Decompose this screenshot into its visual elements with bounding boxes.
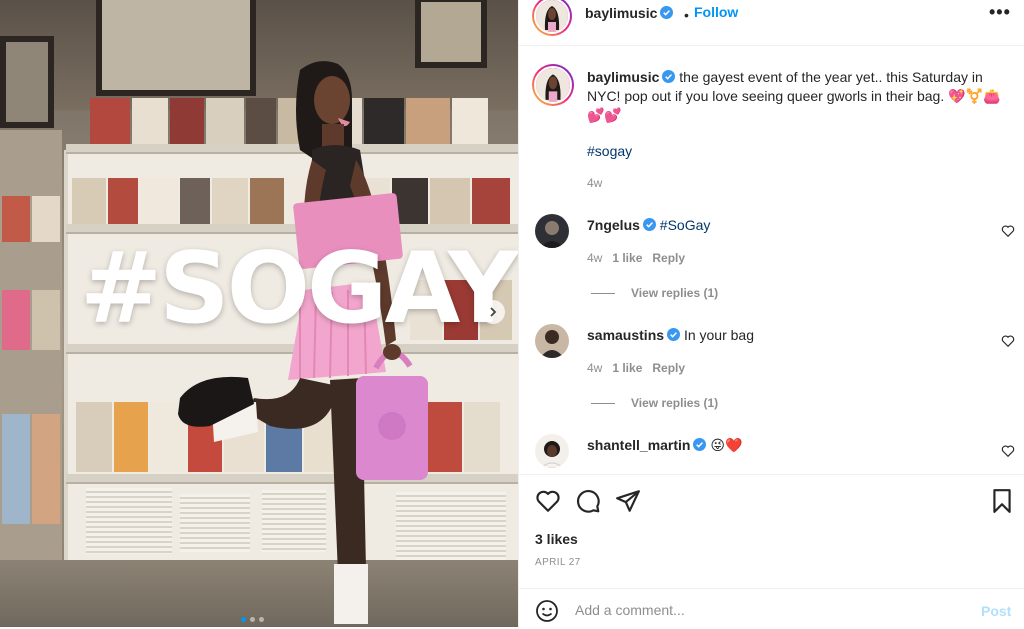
comment-meta: 4w 1 like Reply (587, 251, 685, 265)
reply-button[interactable]: Reply (652, 251, 685, 265)
reply-button[interactable]: Reply (652, 361, 685, 375)
comments-section: baylimusic the gayest event of the year … (519, 46, 1024, 474)
author-username[interactable]: baylimusic (585, 5, 674, 22)
add-comment-bar: Post (519, 588, 1024, 629)
emoji-icon[interactable] (535, 599, 559, 623)
caption-text: baylimusic the gayest event of the year … (587, 68, 1007, 125)
replies-line (591, 292, 615, 294)
post-date[interactable]: APRIL 27 (535, 557, 581, 568)
separator-dot: • (684, 7, 689, 23)
replies-line (591, 402, 615, 404)
comment-text: shantell_martin 😜❤️ (587, 436, 1007, 455)
next-image-button[interactable] (481, 300, 505, 324)
comment-like-heart-icon[interactable] (1001, 444, 1015, 458)
post-header: baylimusic • Follow ••• (519, 0, 1024, 36)
commenter-avatar[interactable] (535, 214, 569, 248)
carousel-dot (250, 617, 255, 622)
caption-author-avatar[interactable] (532, 64, 574, 106)
heart-icon[interactable] (535, 488, 561, 514)
carousel-dot (241, 617, 246, 622)
comment-age[interactable]: 4w (587, 361, 602, 375)
more-options-button[interactable]: ••• (989, 2, 1011, 23)
comment-meta: 4w 1 like Reply (587, 361, 685, 375)
caption-hashtag[interactable]: #sogay (587, 142, 1007, 161)
comment-likes[interactable]: 1 like (612, 361, 642, 375)
comment-body: In your bag (683, 327, 754, 343)
paper-plane-icon[interactable] (615, 488, 641, 514)
caption-meta: 4w (587, 176, 602, 190)
view-replies-button[interactable]: View replies (1) (591, 396, 718, 410)
comment-like-heart-icon[interactable] (1001, 224, 1015, 238)
post-image[interactable]: #SOGAY (0, 0, 518, 627)
post-comment-button[interactable]: Post (981, 603, 1011, 619)
verified-badge-icon (660, 6, 674, 19)
bookmark-icon[interactable] (989, 488, 1015, 514)
comment-input[interactable] (575, 600, 965, 620)
view-replies-button[interactable]: View replies (1) (591, 286, 718, 300)
carousel-dot (259, 617, 264, 622)
comment-body: 😜❤️ (710, 437, 743, 453)
follow-button[interactable]: Follow (694, 4, 738, 20)
verified-badge-icon (693, 438, 707, 451)
view-replies-label[interactable]: View replies (1) (631, 396, 718, 410)
comment-like-heart-icon[interactable] (1001, 334, 1015, 348)
comment-age[interactable]: 4w (587, 251, 602, 265)
comment-body[interactable]: #SoGay (660, 217, 711, 233)
more-dots-icon: ••• (989, 2, 1011, 22)
author-avatar[interactable] (532, 0, 572, 36)
comment-text: 7ngelus #SoGay (587, 216, 1007, 235)
verified-badge-icon (667, 328, 681, 341)
likes-count[interactable]: 3 likes (535, 531, 578, 547)
commenter-avatar[interactable] (535, 324, 569, 358)
commenter-username[interactable]: samaustins (587, 327, 664, 343)
overlay-hashtag-text: #SOGAY (80, 232, 518, 346)
commenter-username[interactable]: 7ngelus (587, 217, 640, 233)
commenter-username[interactable]: shantell_martin (587, 437, 690, 453)
author-username-text[interactable]: baylimusic (585, 5, 657, 21)
caption-username[interactable]: baylimusic (587, 69, 659, 85)
verified-badge-icon (662, 70, 676, 83)
post-details-panel: baylimusic • Follow ••• baylimusic the g… (518, 0, 1024, 629)
comment-text: samaustins In your bag (587, 326, 1007, 345)
view-replies-label[interactable]: View replies (1) (631, 286, 718, 300)
caption-age[interactable]: 4w (587, 176, 602, 190)
action-bar (519, 474, 1024, 514)
chevron-right-icon (490, 307, 497, 317)
comment-bubble-icon[interactable] (575, 488, 601, 514)
commenter-avatar[interactable] (535, 434, 569, 468)
comment-likes[interactable]: 1 like (612, 251, 642, 265)
carousel-indicator (241, 617, 264, 622)
verified-badge-icon (642, 218, 656, 231)
